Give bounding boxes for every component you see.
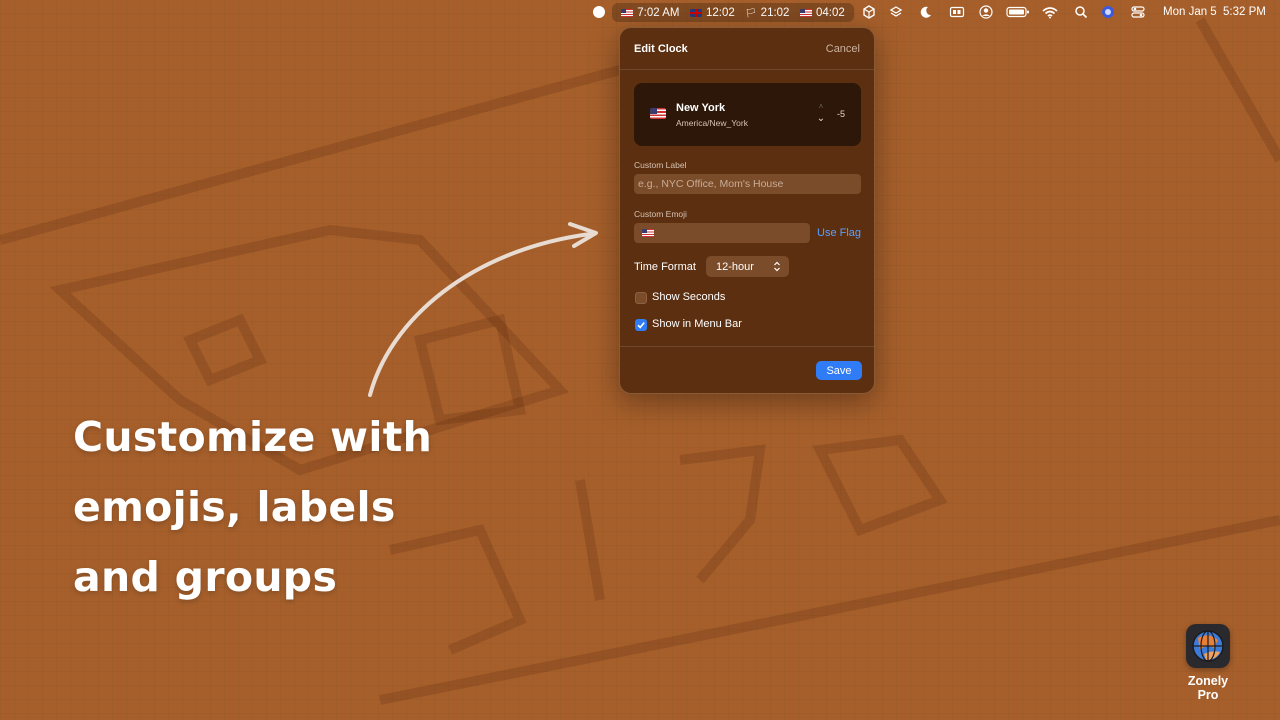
headline-line-2: emojis, labels xyxy=(73,483,396,531)
user-icon[interactable] xyxy=(978,4,994,20)
city-picker[interactable]: New York America/New_York ˄ ⌄ -5 xyxy=(634,83,861,146)
control-center-icon[interactable] xyxy=(1130,4,1146,20)
show-seconds-label[interactable]: Show Seconds xyxy=(652,291,725,303)
time-format-label: Time Format xyxy=(634,261,696,273)
record-icon[interactable] xyxy=(592,4,606,20)
city-stepper[interactable]: ˄ ⌄ xyxy=(815,101,827,129)
us-flag-icon xyxy=(650,108,666,119)
headline-line-1: Customize with xyxy=(73,413,433,461)
menu-bar: 7:02 AM 12:02 🏳 21:02 04:02 Mon Jan 5 5:3… xyxy=(0,0,1280,24)
menu-clock-1[interactable]: 7:02 AM xyxy=(621,7,679,19)
chevron-updown-icon xyxy=(774,261,780,272)
menu-clock-4[interactable]: 04:02 xyxy=(799,7,845,19)
menu-bar-clocks[interactable]: 7:02 AM 12:02 🏳 21:02 04:02 xyxy=(612,3,854,22)
arrow-pointer-icon xyxy=(368,222,598,397)
cancel-button[interactable]: Cancel xyxy=(826,43,860,55)
edit-clock-dialog: Edit Clock Cancel New York America/New_Y… xyxy=(619,27,875,394)
show-seconds-checkbox[interactable] xyxy=(635,292,647,304)
dialog-title: Edit Clock xyxy=(634,42,688,55)
display-icon[interactable] xyxy=(949,4,965,20)
save-button[interactable]: Save xyxy=(816,361,862,380)
layers-icon[interactable] xyxy=(888,4,904,20)
uk-flag-icon xyxy=(689,8,702,17)
app-badge: Zonely Pro xyxy=(1176,624,1240,702)
show-in-menu-bar-label[interactable]: Show in Menu Bar xyxy=(652,318,742,330)
menu-bar-date[interactable]: Mon Jan 5 xyxy=(1163,4,1217,20)
custom-emoji-title: Custom Emoji xyxy=(634,209,687,219)
globe-app-icon xyxy=(1186,624,1230,668)
menu-clock-3[interactable]: 🏳 21:02 xyxy=(745,7,789,19)
dialog-footer-divider xyxy=(620,346,874,347)
city-timezone: America/New_York xyxy=(676,118,748,128)
dialog-header: Edit Clock Cancel xyxy=(620,28,874,70)
us-flag-icon xyxy=(642,229,654,237)
moon-icon[interactable] xyxy=(918,4,934,20)
siri-icon[interactable] xyxy=(1100,4,1116,20)
menu-bar-time[interactable]: 5:32 PM xyxy=(1223,4,1266,20)
chevron-up-icon[interactable]: ˄ xyxy=(815,101,827,113)
search-icon[interactable] xyxy=(1073,4,1089,20)
flag-icon: 🏳 xyxy=(745,7,757,18)
headline-line-3: and groups xyxy=(73,553,338,601)
cube-icon[interactable] xyxy=(861,4,877,20)
checkmark-icon xyxy=(637,322,645,329)
marketing-headline: Customize with emojis, labels and groups xyxy=(73,402,493,612)
battery-icon[interactable] xyxy=(1006,4,1030,20)
app-name: Zonely Pro xyxy=(1187,674,1229,702)
time-format-value: 12-hour xyxy=(716,260,754,273)
city-name: New York xyxy=(676,102,726,114)
chevron-down-icon[interactable]: ⌄ xyxy=(815,113,827,125)
us-flag-icon xyxy=(799,8,812,17)
time-format-select[interactable]: 12-hour xyxy=(706,256,789,277)
show-in-menu-bar-checkbox[interactable] xyxy=(635,319,647,331)
utc-offset: -5 xyxy=(837,109,846,119)
custom-label-input[interactable] xyxy=(634,174,861,194)
us-flag-icon xyxy=(621,8,634,17)
wifi-icon[interactable] xyxy=(1042,4,1058,20)
menu-clock-2[interactable]: 12:02 xyxy=(689,7,735,19)
use-flag-button[interactable]: Use Flag xyxy=(817,227,861,239)
custom-label-title: Custom Label xyxy=(634,160,687,170)
custom-emoji-input[interactable] xyxy=(634,223,810,243)
